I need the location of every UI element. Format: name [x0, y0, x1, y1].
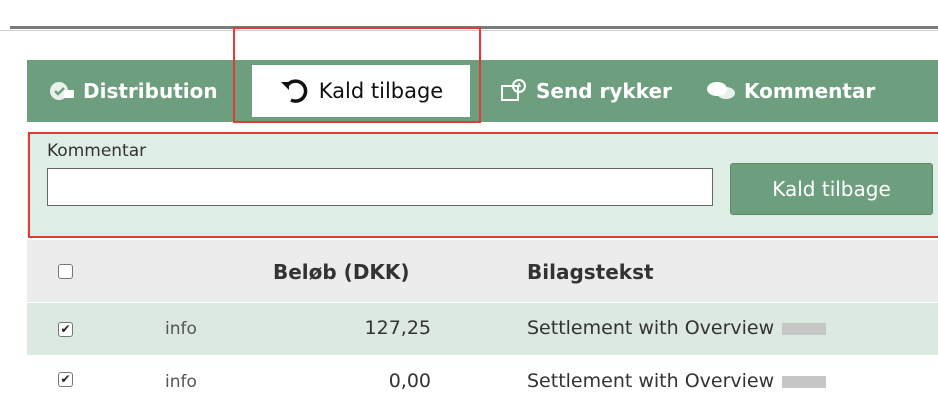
table-row[interactable]: ✔ info 0,00 Settlement with Overview [27, 355, 938, 407]
distribution-label: Distribution [83, 79, 218, 103]
info-link[interactable]: info [165, 319, 197, 339]
table-header: Beløb (DKK) Bilagstekst [27, 240, 938, 302]
amount-cell: 0,00 [388, 370, 431, 392]
alarm-clock-icon [501, 79, 526, 101]
kommentar-label: Kommentar [744, 79, 876, 103]
redacted-text [782, 375, 827, 388]
comment-panel: Kommentar Kald tilbage [27, 133, 938, 236]
top-frame [0, 0, 938, 31]
row-checkbox[interactable]: ✔ [58, 372, 73, 387]
send-rykker-label: Send rykker [536, 79, 672, 103]
send-rykker-button[interactable]: Send rykker [500, 60, 672, 122]
distribution-button[interactable]: Distribution [49, 60, 218, 122]
distribution-icon [50, 82, 74, 100]
amount-cell: 127,25 [364, 317, 431, 339]
info-link[interactable]: info [165, 372, 197, 392]
undo-icon [280, 79, 308, 103]
text-cell: Settlement with Overview [527, 317, 827, 339]
redacted-text [782, 322, 827, 335]
comment-input[interactable] [47, 168, 713, 206]
kommentar-button[interactable]: Kommentar [706, 60, 875, 122]
column-text: Bilagstekst [527, 260, 654, 284]
kald-tilbage-label: Kald tilbage [318, 79, 444, 103]
text-cell-value: Settlement with Overview [527, 317, 775, 339]
comments-icon [707, 82, 735, 99]
top-divider [10, 26, 938, 29]
action-toolbar: Distribution Send rykker Kommentar [27, 60, 938, 122]
comment-label: Kommentar [47, 141, 147, 161]
kald-tilbage-button[interactable]: Kald tilbage [252, 65, 470, 117]
text-cell: Settlement with Overview [527, 370, 827, 392]
select-all-checkbox[interactable] [58, 264, 73, 279]
table-row[interactable]: ✔ info 127,25 Settlement with Overview [27, 303, 938, 355]
column-amount: Beløb (DKK) [273, 260, 410, 284]
row-checkbox[interactable]: ✔ [58, 322, 73, 337]
text-cell-value: Settlement with Overview [527, 370, 775, 392]
kald-tilbage-submit-button[interactable]: Kald tilbage [730, 163, 933, 215]
